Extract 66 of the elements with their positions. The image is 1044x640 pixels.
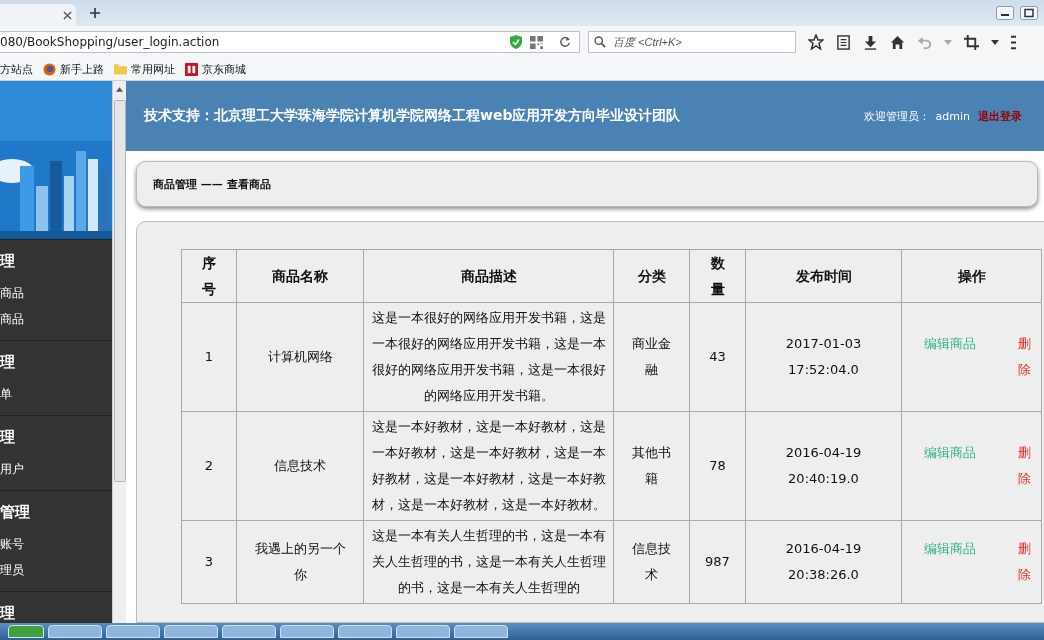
bookmark-item[interactable]: 常用网址 bbox=[114, 61, 175, 77]
star-icon[interactable] bbox=[808, 34, 824, 50]
table-cell: 78 bbox=[689, 411, 746, 521]
column-header: 序号 bbox=[181, 249, 237, 303]
scrollbar[interactable] bbox=[112, 81, 126, 623]
breadcrumb: 商品管理 —— 查看商品 bbox=[153, 176, 271, 192]
user-name: admin bbox=[935, 109, 970, 123]
close-icon[interactable] bbox=[63, 10, 72, 20]
folder-icon bbox=[114, 63, 127, 75]
table-cell: 信息技术 bbox=[613, 520, 690, 604]
table-cell: 信息技术 bbox=[236, 411, 364, 521]
column-header: 商品描述 bbox=[363, 249, 614, 303]
home-icon[interactable] bbox=[890, 34, 905, 50]
menu-item[interactable]: 账号 bbox=[0, 531, 112, 557]
minimize-icon[interactable] bbox=[996, 6, 1014, 20]
table-cell: 商业金融 bbox=[613, 302, 690, 412]
restore-icon[interactable] bbox=[1020, 6, 1038, 20]
header-title: 技术支持：北京理工大学珠海学院计算机学院网络工程web应用开发方向毕业设计团队 bbox=[144, 107, 682, 125]
table-cell: 这是一本好教材，这是一本好教材，这是一本好教材，这是一本好教材，这是一本好教材，这是一本好教材，这是一本好教材，这是一本好教材，这是一本好教材。 bbox=[363, 411, 614, 521]
shield-icon bbox=[510, 35, 522, 49]
reading-list-icon[interactable] bbox=[836, 34, 851, 50]
table-cell: 987 bbox=[689, 520, 746, 604]
table-cell: 这是一本有关人生哲理的书，这是一本有关人生哲理的书，这是一本有关人生哲理的书，这是一本有关人生哲理的 bbox=[363, 520, 614, 604]
search-icon bbox=[594, 36, 606, 48]
menu-item[interactable]: 用户 bbox=[0, 456, 112, 482]
delete-link[interactable]: 删除 bbox=[1018, 331, 1031, 383]
menu-icon[interactable] bbox=[1011, 34, 1016, 50]
qr-code-icon[interactable] bbox=[530, 35, 543, 49]
table-cell: 这是一本很好的网络应用开发书籍，这是一本很好的网络应用开发书籍，这是一本很好的网络应用开发书籍，这是一本很好的网络应用开发书籍。 bbox=[363, 302, 614, 412]
bookmark-item[interactable]: 京东商城 bbox=[185, 61, 246, 77]
start-button[interactable] bbox=[8, 625, 44, 638]
menu-item[interactable]: 理员 bbox=[0, 557, 112, 583]
welcome-text: 欢迎管理员： bbox=[863, 108, 930, 124]
column-header: 数量 bbox=[689, 249, 746, 303]
table-cell: 其他书籍 bbox=[613, 411, 690, 521]
new-tab-icon[interactable] bbox=[90, 8, 100, 18]
column-header: 发布时间 bbox=[745, 249, 902, 303]
menu-item[interactable]: 单 bbox=[0, 381, 112, 407]
search-field[interactable]: 百度 <Ctrl+K> bbox=[588, 31, 796, 53]
menu-item[interactable]: 商品 bbox=[0, 280, 112, 306]
scroll-up-icon[interactable] bbox=[116, 87, 123, 92]
address-bar[interactable]: 080/BookShopping/user_login.action bbox=[0, 31, 580, 53]
scrollbar-thumb[interactable] bbox=[113, 100, 126, 482]
table-cell: 43 bbox=[689, 302, 746, 412]
table-cell: 2016-04-19 20:40:19.0 bbox=[745, 411, 902, 521]
column-header: 操作 bbox=[901, 249, 1042, 303]
delete-link[interactable]: 删除 bbox=[1018, 440, 1031, 492]
menu-item[interactable]: 商品 bbox=[0, 306, 112, 332]
column-header: 商品名称 bbox=[236, 249, 364, 303]
dropdown-icon[interactable] bbox=[991, 39, 999, 45]
table-cell: 计算机网络 bbox=[236, 302, 364, 412]
bookmark-item[interactable]: 方站点 bbox=[0, 61, 33, 77]
table-cell: 1 bbox=[181, 302, 237, 412]
table-cell: 2 bbox=[181, 411, 237, 521]
bookmark-logo-icon bbox=[185, 62, 198, 76]
table-cell: 2017-01-03 17:52:04.0 bbox=[745, 302, 902, 412]
delete-link[interactable]: 删除 bbox=[1018, 536, 1031, 588]
table-cell: 我遇上的另一个你 bbox=[236, 520, 364, 604]
crop-icon[interactable] bbox=[964, 34, 979, 50]
table-cell: 3 bbox=[181, 520, 237, 604]
reload-icon[interactable] bbox=[559, 36, 571, 48]
globe-icon bbox=[43, 62, 56, 76]
table-cell: 2016-04-19 20:38:26.0 bbox=[745, 520, 902, 604]
bookmark-item[interactable]: 新手上路 bbox=[43, 61, 104, 77]
column-header: 分类 bbox=[613, 249, 690, 303]
download-icon[interactable] bbox=[863, 34, 878, 50]
